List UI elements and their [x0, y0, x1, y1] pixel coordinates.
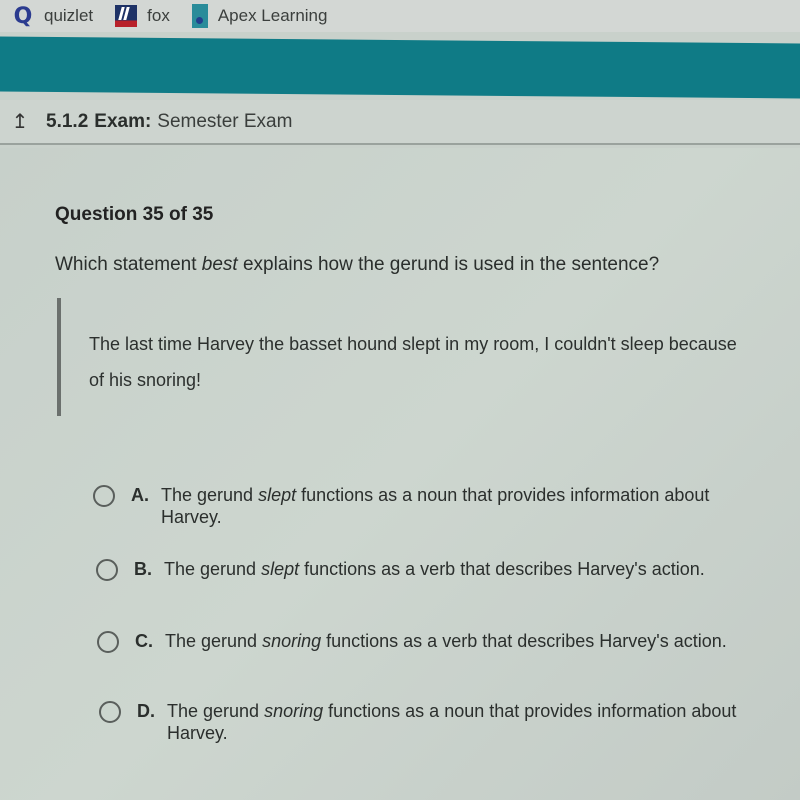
answer-choice-c[interactable]: C. The gerund snoring functions as a ver…	[97, 630, 745, 653]
bookmark-fox[interactable]: fox	[115, 5, 170, 27]
prompt-text: Which statement	[55, 254, 202, 275]
exam-number: 5.1.2	[46, 110, 89, 132]
answer-letter: B.	[134, 559, 152, 579]
prompt-emphasis: best	[201, 254, 238, 275]
radio-button[interactable]	[93, 485, 115, 507]
bookmark-label: fox	[147, 6, 170, 25]
exam-header: ↥ 5.1.2 Exam: Semester Exam	[0, 100, 800, 145]
answer-letter: C.	[135, 631, 153, 651]
back-arrow-icon[interactable]: ↥	[8, 110, 32, 134]
fox-icon	[115, 5, 138, 27]
answer-term: slept	[258, 485, 297, 505]
app-banner	[0, 36, 800, 99]
question-number: Question 35 of 35	[55, 204, 214, 225]
answer-text-part: The gerund	[165, 631, 263, 651]
bookmark-label: quizlet	[44, 6, 94, 25]
question-prompt: Which statement best explains how the ge…	[55, 254, 659, 276]
prompt-text: explains how the gerund is used in the s…	[237, 254, 660, 275]
answer-text: The gerund slept functions as a verb tha…	[164, 558, 744, 580]
radio-button[interactable]	[97, 631, 119, 653]
question-content: Question 35 of 35 Which statement best e…	[0, 148, 800, 800]
bookmark-quizlet[interactable]: Q quizlet	[12, 3, 94, 29]
quizlet-icon: Q	[13, 3, 33, 29]
answer-text-part: functions as a verb that describes Harve…	[299, 559, 705, 579]
answer-choice-a[interactable]: A. The gerund slept functions as a noun …	[93, 484, 741, 528]
answer-term: slept	[261, 559, 300, 579]
answer-text: The gerund snoring functions as a noun t…	[167, 700, 747, 744]
bookmarks-bar: Q quizlet fox Apex Learning	[0, 0, 800, 32]
answer-text-part: The gerund	[167, 701, 265, 721]
answer-text-part: The gerund	[161, 485, 259, 505]
answer-letter: A.	[131, 485, 149, 505]
answer-text: The gerund slept functions as a noun tha…	[161, 484, 741, 528]
answer-text: The gerund snoring functions as a verb t…	[165, 630, 745, 652]
answer-choice-d[interactable]: D. The gerund snoring functions as a nou…	[99, 700, 747, 744]
radio-button[interactable]	[96, 559, 118, 581]
quoted-sentence: The last time Harvey the basset hound sl…	[57, 298, 747, 416]
radio-button[interactable]	[99, 701, 121, 723]
answer-choice-b[interactable]: B. The gerund slept functions as a verb …	[96, 558, 744, 581]
answer-term: snoring	[264, 701, 324, 721]
answer-text-part: functions as a verb that describes Harve…	[321, 631, 727, 651]
apex-learning-icon	[191, 4, 208, 28]
exam-label: Exam:	[94, 110, 152, 132]
answer-term: snoring	[262, 631, 322, 651]
bookmark-label: Apex Learning	[217, 6, 328, 25]
answer-letter: D.	[137, 701, 155, 721]
answer-text-part: The gerund	[164, 559, 262, 579]
exam-title: Semester Exam	[157, 110, 293, 132]
bookmark-apex-learning[interactable]: Apex Learning	[191, 4, 328, 28]
